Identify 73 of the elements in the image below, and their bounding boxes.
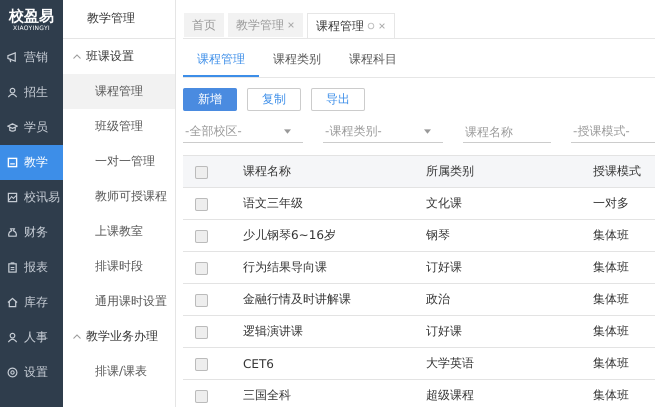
nav-item[interactable]: 人事 <box>0 320 63 355</box>
checkbox[interactable] <box>195 390 208 403</box>
checkbox[interactable] <box>195 358 208 371</box>
logo-title: 校盈易 <box>9 8 54 24</box>
refresh-icon[interactable] <box>367 22 375 30</box>
money-bag-icon <box>7 227 18 238</box>
nav-item[interactable]: 财务 <box>0 215 63 250</box>
submenu-item[interactable]: 一对一管理 <box>63 144 175 179</box>
submenu-item[interactable]: 排课/课表 <box>63 354 175 389</box>
nav-item[interactable]: 库存 <box>0 285 63 320</box>
table-cell: 订好课 <box>426 316 593 348</box>
chevron-icon <box>73 334 81 339</box>
clipboard-icon <box>7 262 18 273</box>
column-header: 授课模式 <box>593 156 655 188</box>
nav-item[interactable]: 营销 <box>0 40 63 75</box>
table-cell: 三国全科 <box>243 380 426 407</box>
checkbox[interactable] <box>195 230 208 243</box>
column-header: 课程名称 <box>243 156 426 188</box>
table-cell: 语文三年级 <box>243 188 426 220</box>
close-icon[interactable] <box>287 21 295 29</box>
submenu-item[interactable]: 上课教室 <box>63 214 175 249</box>
sub-tab[interactable]: 课程类别 <box>259 51 335 75</box>
submenu-item[interactable]: 班级管理 <box>63 109 175 144</box>
picture-icon <box>7 192 18 203</box>
nav-item[interactable]: 校讯易 <box>0 180 63 215</box>
submenu-item[interactable]: 排课时段 <box>63 249 175 284</box>
checkbox[interactable] <box>195 166 208 179</box>
nav-item[interactable]: 报表 <box>0 250 63 285</box>
megaphone-icon <box>7 52 18 63</box>
table-cell: 集体班 <box>593 348 655 380</box>
table-cell: 集体班 <box>593 220 655 252</box>
caret-icon <box>284 129 291 134</box>
nav-item[interactable]: 设置 <box>0 355 63 390</box>
table-cell: 集体班 <box>593 380 655 407</box>
sub-tab[interactable]: 课程科目 <box>335 51 411 75</box>
table-cell: 逻辑演讲课 <box>243 316 426 348</box>
submenu-item[interactable]: 教师可授课程 <box>63 179 175 214</box>
table-cell: 一对多 <box>593 188 655 220</box>
house-icon <box>7 297 18 308</box>
book-icon <box>7 157 18 168</box>
settings-icon <box>7 367 18 378</box>
table-cell: 行为结果导向课 <box>243 252 426 284</box>
column-header: 所属类别 <box>426 156 593 188</box>
submenu-item[interactable]: 通用课时设置 <box>63 284 175 319</box>
table-cell: 集体班 <box>593 316 655 348</box>
table-cell: 集体班 <box>593 284 655 316</box>
table-cell: 金融行情及时讲解课 <box>243 284 426 316</box>
table-cell: 少儿钢琴6~16岁 <box>243 220 426 252</box>
nav-item[interactable]: 学员 <box>0 110 63 145</box>
table-cell: CET6 <box>243 348 426 380</box>
graduation-cap-icon <box>7 122 18 133</box>
close-icon[interactable] <box>378 22 386 30</box>
table-cell: 文化课 <box>426 188 593 220</box>
page-tab[interactable]: 课程管理 <box>307 13 395 38</box>
checkbox[interactable] <box>195 326 208 339</box>
submenu-item[interactable]: 课程管理 <box>63 74 175 109</box>
caret-icon <box>424 129 431 134</box>
person-icon <box>7 332 18 343</box>
checkbox[interactable] <box>195 198 208 211</box>
nav-item[interactable]: 招生 <box>0 75 63 110</box>
table-cell: 订好课 <box>426 252 593 284</box>
chevron-icon <box>73 54 81 59</box>
table-cell: 大学英语 <box>426 348 593 380</box>
checkbox[interactable] <box>195 262 208 275</box>
submenu-group[interactable]: 班课设置 <box>63 39 175 74</box>
table-cell: 钢琴 <box>426 220 593 252</box>
person-icon <box>7 87 18 98</box>
table-cell: 集体班 <box>593 252 655 284</box>
table-cell: 政治 <box>426 284 593 316</box>
submenu-title: 教学管理 <box>63 0 175 39</box>
table-cell: 超级课程 <box>426 380 593 407</box>
submenu-group[interactable]: 教学业务办理 <box>63 319 175 354</box>
checkbox[interactable] <box>195 294 208 307</box>
